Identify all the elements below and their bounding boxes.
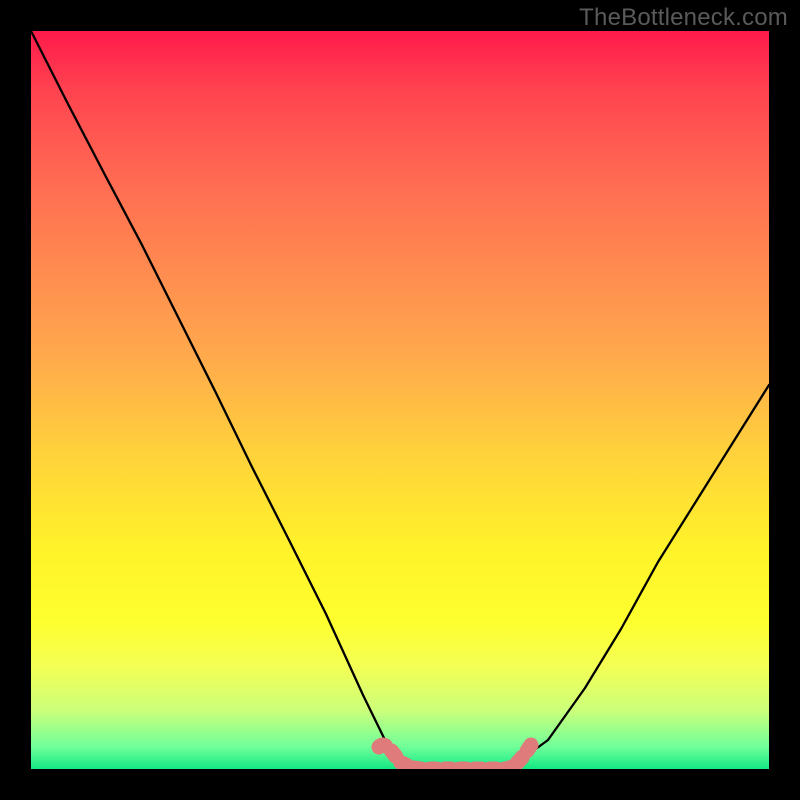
chart-frame: TheBottleneck.com	[0, 0, 800, 800]
attribution-label: TheBottleneck.com	[579, 4, 788, 32]
bottleneck-curve	[31, 31, 769, 769]
highlight-band	[379, 745, 531, 769]
curve-svg	[31, 31, 769, 769]
plot-area	[31, 31, 769, 769]
